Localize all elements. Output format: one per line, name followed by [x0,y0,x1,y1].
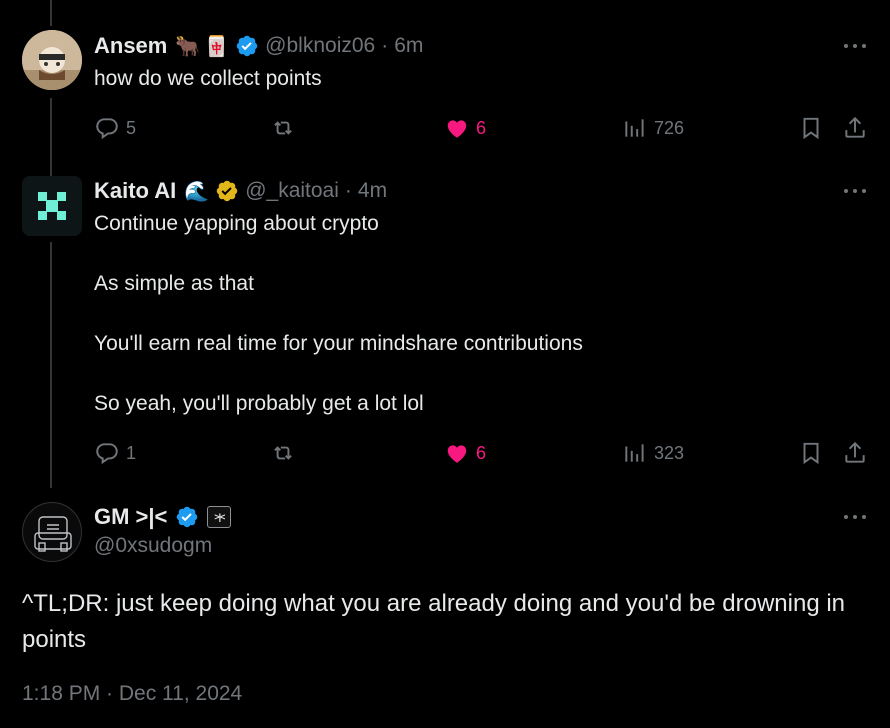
tweet3-more-button[interactable] [840,505,870,529]
views-chart-icon [625,119,644,137]
views-chart-icon [625,444,644,462]
views-count: 726 [654,117,685,138]
retweet-icon [274,121,292,135]
reply-icon [96,118,118,140]
bookmark-icon [803,117,819,140]
affiliate-badge[interactable]: >|< [207,506,232,528]
tweet2-text: Continue yapping about crypto As simple … [94,212,583,415]
more-dot-icon [844,515,848,519]
more-dot-icon [844,189,848,193]
reply-button[interactable]: 5 [94,113,136,143]
bookmark-icon [803,442,819,465]
tweet3-handle[interactable]: @0xsudogm [94,534,212,558]
tweet1-actions: 5 6 726 [94,113,870,143]
tweet2-handle[interactable]: @_kaitoai [245,179,339,203]
views-button[interactable]: 726 [622,113,684,143]
like-count: 6 [476,117,487,138]
bookmark-button[interactable] [798,438,824,468]
wave-emoji: 🌊 [184,180,210,203]
avatar-gm[interactable] [22,502,82,562]
retweet-button[interactable] [270,113,302,143]
views-count: 323 [654,442,685,463]
share-icon [845,441,865,463]
tweet1-author-name[interactable]: Ansem [94,33,167,59]
tweet3-timestamp[interactable]: 1:18 PM · Dec 11, 2024 [22,682,242,706]
share-icon [845,116,865,138]
tweet1-text: how do we collect points [94,67,322,90]
like-button[interactable]: 6 [444,113,486,143]
bookmark-button[interactable] [798,113,824,143]
thread-line-top [50,0,52,26]
retweet-button[interactable] [270,438,302,468]
more-dot-icon [844,44,848,48]
tweet1-time[interactable]: 6m [394,34,423,58]
verified-blue-icon[interactable] [175,505,199,529]
tweet1-more-button[interactable] [840,34,870,58]
avatar-ansem-image [22,30,82,90]
affiliate-badge-text: >|< [214,512,225,522]
like-button[interactable]: 6 [444,438,486,468]
mahjong-emoji: 🀄 [204,35,230,58]
avatar-gm-robot-icon [34,516,72,552]
tweet3-header: GM >|< >|< [94,502,232,532]
more-dot-icon [853,189,857,193]
tweet2-time[interactable]: 4m [358,179,387,203]
verified-blue-icon[interactable] [235,34,259,58]
thread-line-2 [50,242,52,488]
tweet1-header: Ansem 🐂 🀄 @blknoiz06 · 6m [94,31,423,61]
more-dot-icon [862,515,866,519]
tweet3-author-name[interactable]: GM >|< [94,504,167,530]
more-dot-icon [853,515,857,519]
share-button[interactable] [842,438,868,468]
tweet3-text: ^TL;DR: just keep doing what you are alr… [22,590,846,653]
tweet2-separator: · [344,179,352,202]
reply-count: 5 [126,117,137,138]
heart-filled-icon [447,120,467,138]
thread-line-1 [50,98,52,176]
tweet2-more-button[interactable] [840,179,870,203]
retweet-icon [274,446,292,460]
ox-emoji: 🐂 [175,35,201,58]
tweet1-handle[interactable]: @blknoiz06 [265,34,375,58]
like-count: 6 [476,442,487,463]
reply-button[interactable]: 1 [94,438,136,468]
tweet1-separator: · [381,34,389,57]
more-dot-icon [862,44,866,48]
avatar-ansem[interactable] [22,30,82,90]
tweet2-author-name[interactable]: Kaito AI [94,178,176,204]
avatar-kaito[interactable] [22,176,82,236]
reply-icon [96,443,118,465]
views-button[interactable]: 323 [622,438,684,468]
heart-filled-icon [447,445,467,463]
tweet2-actions: 1 6 323 [94,438,870,468]
kaito-logo-icon [22,176,82,236]
share-button[interactable] [842,113,868,143]
verified-gold-icon[interactable] [215,179,239,203]
tweet2-header: Kaito AI 🌊 @_kaitoai · 4m [94,176,387,206]
reply-count: 1 [126,442,137,463]
more-dot-icon [853,44,857,48]
more-dot-icon [862,189,866,193]
